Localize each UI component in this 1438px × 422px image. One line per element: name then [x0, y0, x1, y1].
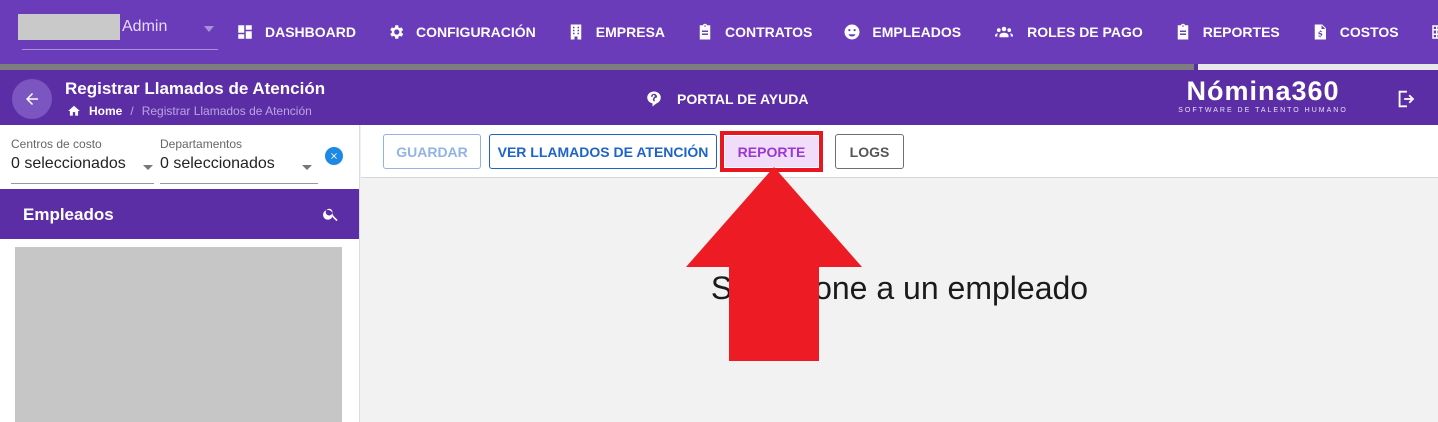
- user-name: Admin: [122, 18, 168, 35]
- employees-header: Empleados: [0, 189, 359, 239]
- nav-empleados-label: EMPLEADOS: [872, 24, 962, 40]
- nav-li[interactable]: LI: [1430, 23, 1438, 41]
- file-dollar-icon: [1314, 24, 1326, 40]
- nav-configuracion[interactable]: CONFIGURACIÓN: [387, 23, 536, 41]
- nomina360-logo: Nómina360 SOFTWARE DE TALENTO HUMANO: [1172, 76, 1354, 116]
- nav-empleados[interactable]: EMPLEADOS: [843, 23, 961, 41]
- nav-reportes[interactable]: REPORTES: [1174, 23, 1280, 41]
- search-icon-glyph: [323, 208, 338, 222]
- user-underline: [22, 49, 218, 50]
- building-icon: [570, 24, 582, 40]
- cost-center-label: Centros de costo: [11, 137, 102, 151]
- main-nav: DASHBOARD CONFIGURACIÓN EMPRESA CONTRATO…: [236, 0, 1438, 64]
- help-icon: [647, 91, 661, 107]
- logo-sub: SOFTWARE DE TALENTO HUMANO: [1178, 107, 1348, 114]
- nav-empresa[interactable]: EMPRESA: [567, 23, 665, 41]
- save-button[interactable]: GUARDAR: [383, 134, 481, 169]
- search-icon[interactable]: [322, 205, 340, 223]
- help-portal-label: PORTAL DE AYUDA: [677, 91, 809, 107]
- logout-icon: [1398, 90, 1415, 108]
- nav-dashboard-label: DASHBOARD: [265, 24, 356, 40]
- back-button[interactable]: [12, 79, 52, 119]
- view-warnings-button[interactable]: VER LLAMADOS DE ATENCIÓN: [489, 134, 717, 169]
- nav-configuracion-label: CONFIGURACIÓN: [416, 24, 536, 40]
- top-navbar: Admin DASHBOARD CONFIGURACIÓN EMPRESA CO…: [0, 0, 1438, 64]
- nav-empresa-label: EMPRESA: [595, 24, 666, 40]
- nav-reportes-label: REPORTES: [1202, 24, 1280, 40]
- chevron-down-icon[interactable]: [302, 165, 312, 170]
- user-avatar: [18, 14, 120, 40]
- nav-costos-label: COSTOS: [1339, 24, 1399, 40]
- nav-contratos-label: CONTRATOS: [725, 24, 813, 40]
- chevron-down-icon: [204, 26, 214, 32]
- page-header: Registrar Llamados de Atención Home / Re…: [0, 70, 1438, 125]
- cost-center-value: 0 seleccionados: [11, 155, 126, 172]
- red-arrow-annotation: [686, 167, 862, 361]
- department-underline: [160, 183, 318, 184]
- user-selector[interactable]: Admin: [18, 14, 218, 50]
- help-portal-link[interactable]: PORTAL DE AYUDA: [645, 90, 808, 108]
- empty-state-message: Seleccione a un empleado: [710, 270, 1089, 306]
- department-label: Departamentos: [160, 137, 243, 151]
- users-icon: [995, 26, 1014, 38]
- report-button[interactable]: REPORTE: [725, 136, 818, 167]
- logs-button[interactable]: LOGS: [835, 134, 904, 169]
- main-content: GUARDAR VER LLAMADOS DE ATENCIÓN REPORTE…: [361, 125, 1438, 422]
- breadcrumb-current: Registrar Llamados de Atención: [141, 104, 312, 118]
- breadcrumb-separator: /: [130, 104, 134, 118]
- breadcrumb-home[interactable]: Home: [89, 104, 122, 118]
- action-toolbar: GUARDAR VER LLAMADOS DE ATENCIÓN REPORTE…: [361, 125, 1438, 178]
- home-icon: [68, 105, 80, 116]
- nav-roles-de-pago[interactable]: ROLES DE PAGO: [992, 23, 1143, 41]
- clear-filters-icon[interactable]: [325, 147, 343, 165]
- employees-title: Empleados: [23, 205, 114, 224]
- logo-main: Nómina360: [1186, 76, 1340, 106]
- page-title: Registrar Llamados de Atención: [65, 79, 326, 98]
- department-value: 0 seleccionados: [160, 155, 275, 172]
- face-icon: [844, 24, 860, 40]
- arrow-left-icon: [26, 93, 38, 105]
- cost-center-filter[interactable]: Centros de costo 0 seleccionados: [11, 137, 126, 173]
- employee-list[interactable]: [15, 247, 342, 422]
- close-icon: [331, 153, 337, 159]
- cost-center-underline: [11, 183, 154, 184]
- clipboard-icon: [699, 23, 711, 40]
- logout-button[interactable]: [1395, 88, 1417, 110]
- nav-roles-label: ROLES DE PAGO: [1027, 24, 1143, 40]
- nav-costos[interactable]: COSTOS: [1311, 23, 1399, 41]
- dashboard-icon: [238, 25, 252, 39]
- breadcrumb: Home / Registrar Llamados de Atención: [67, 104, 312, 118]
- chevron-down-icon[interactable]: [143, 165, 153, 170]
- department-filter[interactable]: Departamentos 0 seleccionados: [160, 137, 275, 173]
- gear-icon: [390, 25, 404, 39]
- nav-contratos[interactable]: CONTRATOS: [696, 23, 812, 41]
- clipboard-icon: [1177, 23, 1188, 40]
- nav-dashboard[interactable]: DASHBOARD: [236, 23, 356, 41]
- list-icon: [1431, 25, 1438, 39]
- left-panel: Centros de costo 0 seleccionados Departa…: [0, 125, 360, 422]
